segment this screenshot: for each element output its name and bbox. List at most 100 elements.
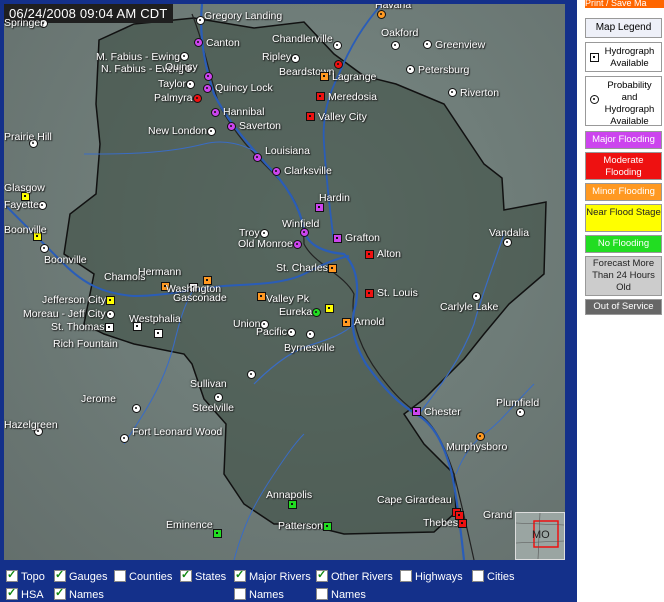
gauge-marker[interactable] [306,112,315,121]
gauge-label: Boonville [44,254,87,266]
checkbox[interactable] [316,588,328,600]
inset-label: MO [532,529,550,541]
toggle-other-rivers[interactable]: Other Rivers [316,568,393,583]
legend-old: Forecast More Than 24 Hours Old [585,256,662,296]
toggle-gauge-names[interactable]: Names [54,586,104,601]
toggle-topo[interactable]: Topo [6,568,45,583]
toggle-highways[interactable]: Highways [400,570,463,583]
gauge-marker[interactable] [320,72,329,81]
gauge-label: Hazelgreen [4,419,58,431]
gauge-marker[interactable] [247,370,256,379]
gauge-marker[interactable] [448,88,457,97]
gauge-marker[interactable] [203,84,212,93]
gauge-marker[interactable] [291,54,300,63]
gauge-marker[interactable] [132,404,141,413]
checkbox[interactable] [472,570,484,582]
gauge-marker[interactable] [391,41,400,50]
gauge-marker[interactable] [333,41,342,50]
gauge-label: Washington [166,283,222,295]
gauge-marker[interactable] [194,38,203,47]
gauge-marker[interactable] [333,234,342,243]
checkbox[interactable] [54,586,66,600]
gauge-marker[interactable] [316,92,325,101]
gauge-marker[interactable] [287,328,296,337]
map-area[interactable]: 06/24/2008 09:04 AM CDT Havana Gregory La… [4,4,565,560]
gauge-label: New London [148,125,207,137]
gauge-marker[interactable] [38,201,47,210]
toggle-cities[interactable]: Cities [472,570,515,583]
print-save-button[interactable]: Print / Save Ma [585,0,664,8]
toggle-major-river-names[interactable]: Names [234,588,284,601]
gauge-label: Palmyra [154,92,193,104]
checkbox[interactable] [6,586,18,600]
gauge-label: Havana [375,4,412,11]
gauge-marker[interactable] [260,229,269,238]
checkbox[interactable] [234,588,246,600]
gauge-marker[interactable] [180,52,189,61]
legend-title: Map Legend [585,18,662,38]
checkbox[interactable] [6,568,18,582]
toggle-states[interactable]: States [180,568,226,583]
gauge-marker[interactable] [106,296,115,305]
gauge-marker[interactable] [312,308,321,317]
gauge-label: Moreau - Jeff City [23,308,106,320]
toggle-gauges[interactable]: Gauges [54,568,108,583]
gauge-marker[interactable] [288,500,297,509]
gauge-marker[interactable] [458,519,467,528]
gauge-marker[interactable] [105,323,114,332]
toggle-major-rivers[interactable]: Major Rivers [234,568,311,583]
gauge-marker[interactable] [211,108,220,117]
gauge-marker[interactable] [315,203,324,212]
gauge-marker[interactable] [503,238,512,247]
gauge-marker[interactable] [406,65,415,74]
gauge-marker[interactable] [342,318,351,327]
checkbox[interactable] [400,570,412,582]
gauge-marker[interactable] [272,167,281,176]
legend-near: Near Flood Stage [585,204,662,232]
gauge-marker[interactable] [120,434,129,443]
gauge-marker[interactable] [334,60,343,69]
gauge-marker[interactable] [472,292,481,301]
gauge-marker[interactable] [476,432,485,441]
toggle-counties[interactable]: Counties [114,570,172,583]
gauge-marker[interactable] [328,264,337,273]
gauge-marker[interactable] [365,250,374,259]
gauge-marker[interactable] [325,304,334,313]
gauge-marker[interactable] [306,330,315,339]
gauge-marker[interactable] [214,393,223,402]
gauge-marker[interactable] [253,153,262,162]
legend-out-of-service: Out of Service [585,299,662,315]
gauge-marker[interactable] [365,289,374,298]
gauge-marker[interactable] [106,310,115,319]
gauge-marker[interactable] [293,240,302,249]
gauge-label: Fayette [4,199,40,211]
probability-circle-icon [590,95,599,104]
toggle-other-river-names[interactable]: Names [316,588,366,601]
gauge-marker[interactable] [207,127,216,136]
checkbox[interactable] [114,570,126,582]
gauge-label: Rich Fountain [53,338,118,350]
gauge-marker[interactable] [213,529,222,538]
gauge-marker[interactable] [227,122,236,131]
gauge-label: Winfield [282,218,320,230]
gauge-marker[interactable] [154,329,163,338]
gauge-marker[interactable] [204,72,213,81]
checkbox[interactable] [234,568,246,582]
toggle-hsa[interactable]: HSA [6,586,44,601]
gauge-marker[interactable] [377,10,386,19]
checkbox[interactable] [316,568,328,582]
gauge-marker[interactable] [186,80,195,89]
gauge-label: Prairie Hill [4,131,52,143]
gauge-marker[interactable] [257,292,266,301]
gauge-marker[interactable] [412,407,421,416]
gauge-marker[interactable] [193,94,202,103]
gauge-marker[interactable] [323,522,332,531]
gauge-label: Westphalia [129,313,181,325]
gauge-marker[interactable] [423,40,432,49]
gauge-marker[interactable] [516,408,525,417]
gauge-marker[interactable] [40,244,49,253]
checkbox[interactable] [54,568,66,582]
gauge-label: Eureka [279,306,313,318]
checkbox[interactable] [180,568,192,582]
gauge-label: Valley Pk [266,293,309,305]
